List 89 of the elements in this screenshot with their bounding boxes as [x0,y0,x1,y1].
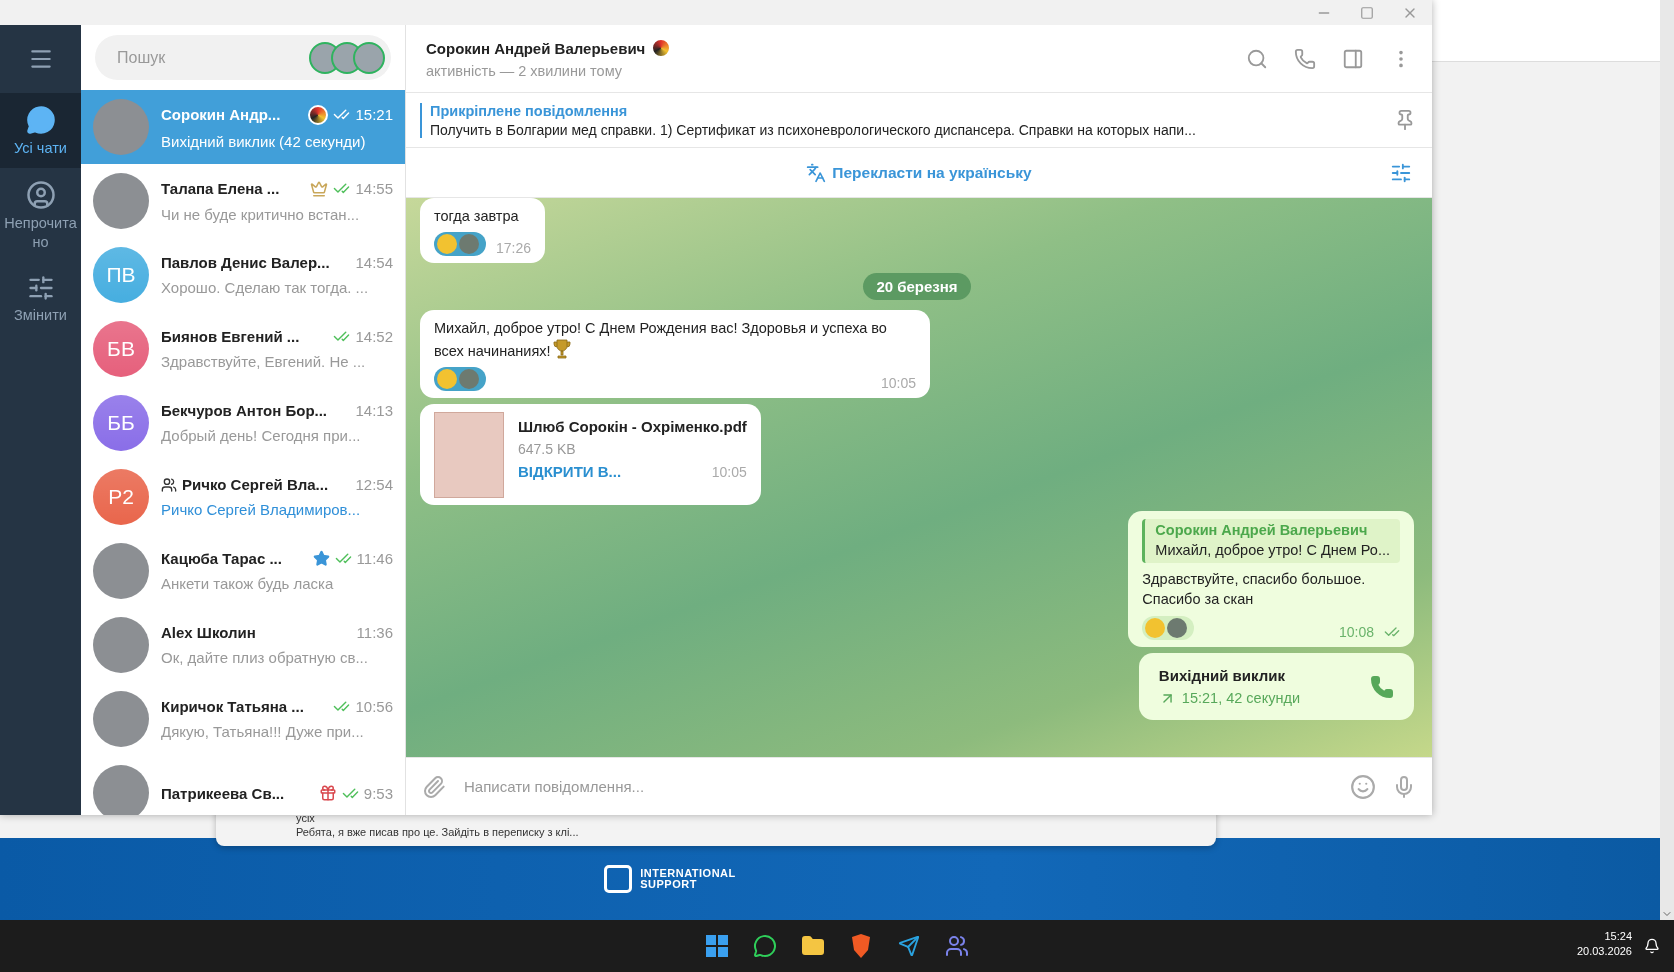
chat-name: Бекчуров Антон Бор... [161,402,328,419]
avatar-photo [93,617,149,673]
search-button[interactable] [1246,47,1268,70]
search-input[interactable]: Пошук [115,47,265,68]
avatar-photo [93,691,149,747]
message-time: 10:05 [880,374,916,391]
phone-icon[interactable] [1370,674,1394,699]
settings-icon[interactable] [1390,162,1412,184]
chat-time: 12:54 [355,476,393,493]
stories-avatars[interactable] [309,41,385,74]
chat-time: 14:55 [355,180,393,197]
chat-name: Талапа Елена ... [161,180,280,197]
folder-tab[interactable]: Змінити [0,261,81,335]
sliders-icon [26,273,55,302]
message-text: Здравствуйте, спасибо большое. Спасибо за скан [1142,570,1367,610]
notifications-icon[interactable] [1644,938,1660,954]
attach-icon[interactable] [422,774,446,799]
chat-status: активність — 2 хвилини тому [426,63,623,79]
chat-name: Ричко Сергей Вла... [182,476,329,493]
reaction-pill[interactable] [1142,615,1195,640]
avatar-photo [93,543,149,599]
chat-preview: Ричко Сергей Владимиров... [161,501,362,518]
reply-text: Михайл, доброе утро! С Днем Ро... [1155,540,1390,560]
chat-preview: Вихідний виклик (42 секунди) [161,132,367,150]
folder-tab[interactable]: Непрочитано [0,167,81,262]
chat-time: 14:54 [355,254,393,271]
avatar-photo [93,99,149,155]
folder-tab[interactable]: Усі чати [0,93,81,168]
clock-date: 20.03.2026 [1576,945,1632,957]
pinned-title: Прикріплене повідомлення [430,102,629,119]
message-text: тогда завтра [434,207,520,226]
reply-author: Сорокин Андрей Валерьевич [1155,521,1369,538]
logo-badge-icon [651,38,672,58]
clock-time: 15:24 [1604,930,1632,942]
call-button[interactable] [1294,47,1316,70]
side-panel-button[interactable] [1342,47,1364,70]
call-detail: 15:21, 42 секунди [1181,690,1300,707]
date-chip: 20 березня [863,273,971,301]
avatar-photo [93,173,149,229]
chat-time: 10:56 [355,698,393,715]
message-time: 17:26 [496,240,532,257]
avatar: ПВ [93,247,149,303]
chat-time: 14:52 [355,328,393,345]
logo-icon [604,865,633,893]
avatar: ББ [93,395,149,451]
chat-time: 11:36 [356,624,393,641]
chat-name: Кацюба Тарас ... [161,550,282,567]
open-file-link[interactable]: ВІДКРИТИ В... [518,462,622,480]
chat-name: Патрикеева Св... [161,784,285,802]
chat-time: 11:46 [356,550,393,567]
file-size: 647.5 KB [518,440,577,457]
chats-icon [25,105,56,135]
chat-preview: Анкети також будь ласка [161,575,335,592]
logo-text: SUPPORT [640,879,698,890]
chat-name: Биянов Евгений ... [161,328,300,345]
search-field[interactable]: Пошук [95,35,391,80]
chat-preview: Хорошо. Сделаю так тогда. ... [161,279,370,296]
pinned-text: Получить в Болгарии мед справки. 1) Сертификат из психоневрологического диспансера. Справки на которых напи... [430,121,1197,138]
chat-preview: Добрый день! Сегодня при... [161,427,362,444]
chat-preview: Здравствуйте, Евгений. Не ... [161,353,367,370]
logo-text: INTERNATIONAL [640,868,736,879]
chat-preview: Дякую, Татьяна!!! Дуже при... [161,723,365,740]
translate-icon [806,162,827,183]
file-name: Шлюб Сорокін - Охріменко.pdf [518,417,747,435]
chat-preview: Ок, дайте плиз обратную св... [161,649,369,666]
avatar: Р2 [93,469,149,525]
chat-name: Alex Школин [161,624,256,641]
chat-title: Сорокин Андрей Валерьевич [426,39,646,57]
chat-name: Сорокин Андр... [161,106,281,123]
call-title: Вихідний виклик [1158,666,1286,684]
chat-time: 9:53 [363,784,393,802]
window-text: усіх [296,812,316,824]
message-text: Михайл, доброе утро! С Днем Рождения вас! Здоровья и успеха во всех начинаниях! [434,319,888,361]
chat-name: Киричок Татьяна ... [161,698,304,715]
avatar-photo [93,765,149,815]
message-time: 10:08 [1338,623,1400,640]
pinned-message[interactable]: Прикріплене повідомлення Получить в Болгарии мед справки. 1) Сертификат из психоневрологического диспансера. Справки на которых напи... [406,93,1432,148]
chat-name: Павлов Денис Валер... [161,254,330,271]
chat-preview: Чи не буде критично встан... [161,205,361,223]
avatar: БВ [93,321,149,377]
window-text: Ребята, я вже писав про це. Зайдіть в переписку з клі... [296,826,580,838]
chat-time: 14:13 [355,402,393,419]
emoji-icon[interactable] [1350,773,1376,800]
reaction-pill[interactable] [434,366,486,391]
message-time: 10:05 [711,463,747,480]
user-icon [25,179,56,210]
chat-time: 15:21 [355,106,393,123]
maximize-icon[interactable] [1360,5,1374,20]
reaction-pill[interactable] [434,232,486,257]
